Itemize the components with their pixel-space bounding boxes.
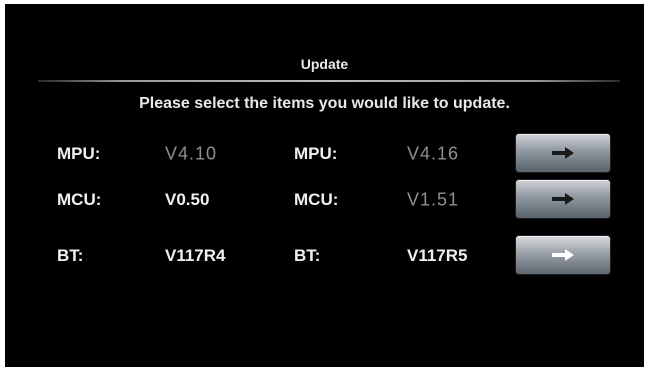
new-mcu-label: MCU:: [294, 190, 339, 209]
new-bt-version: V117R5: [407, 246, 468, 265]
update-mcu-button[interactable]: [516, 180, 610, 218]
update-row-mpu: MPU: V4.10 MPU: V4.16: [5, 134, 644, 174]
update-screen: Update Please select the items you would…: [5, 4, 644, 367]
new-bt-label: BT:: [294, 246, 321, 265]
current-bt-version: V117R4: [165, 246, 226, 265]
current-bt-label: BT:: [57, 246, 84, 265]
new-mcu-version: V1.51: [407, 189, 460, 210]
current-mcu-version: V0.50: [165, 190, 210, 209]
arrow-right-icon: [552, 193, 574, 205]
arrow-right-icon: [552, 147, 574, 159]
update-row-bt: BT: V117R4 BT: V117R5: [5, 236, 644, 276]
current-mpu-version: V4.10: [165, 143, 218, 164]
update-bt-button[interactable]: [516, 236, 610, 274]
new-mpu-label: MPU:: [294, 144, 338, 163]
update-row-mcu: MCU: V0.50 MCU: V1.51: [5, 180, 644, 220]
new-mpu-version: V4.16: [407, 143, 460, 164]
current-mcu-label: MCU:: [57, 190, 102, 209]
instruction-text: Please select the items you would like t…: [139, 95, 510, 112]
current-mpu-label: MPU:: [57, 144, 101, 163]
arrow-right-icon: [552, 249, 574, 261]
update-mpu-button[interactable]: [516, 134, 610, 172]
title-divider: [38, 80, 620, 82]
page-title: Update: [300, 56, 349, 72]
